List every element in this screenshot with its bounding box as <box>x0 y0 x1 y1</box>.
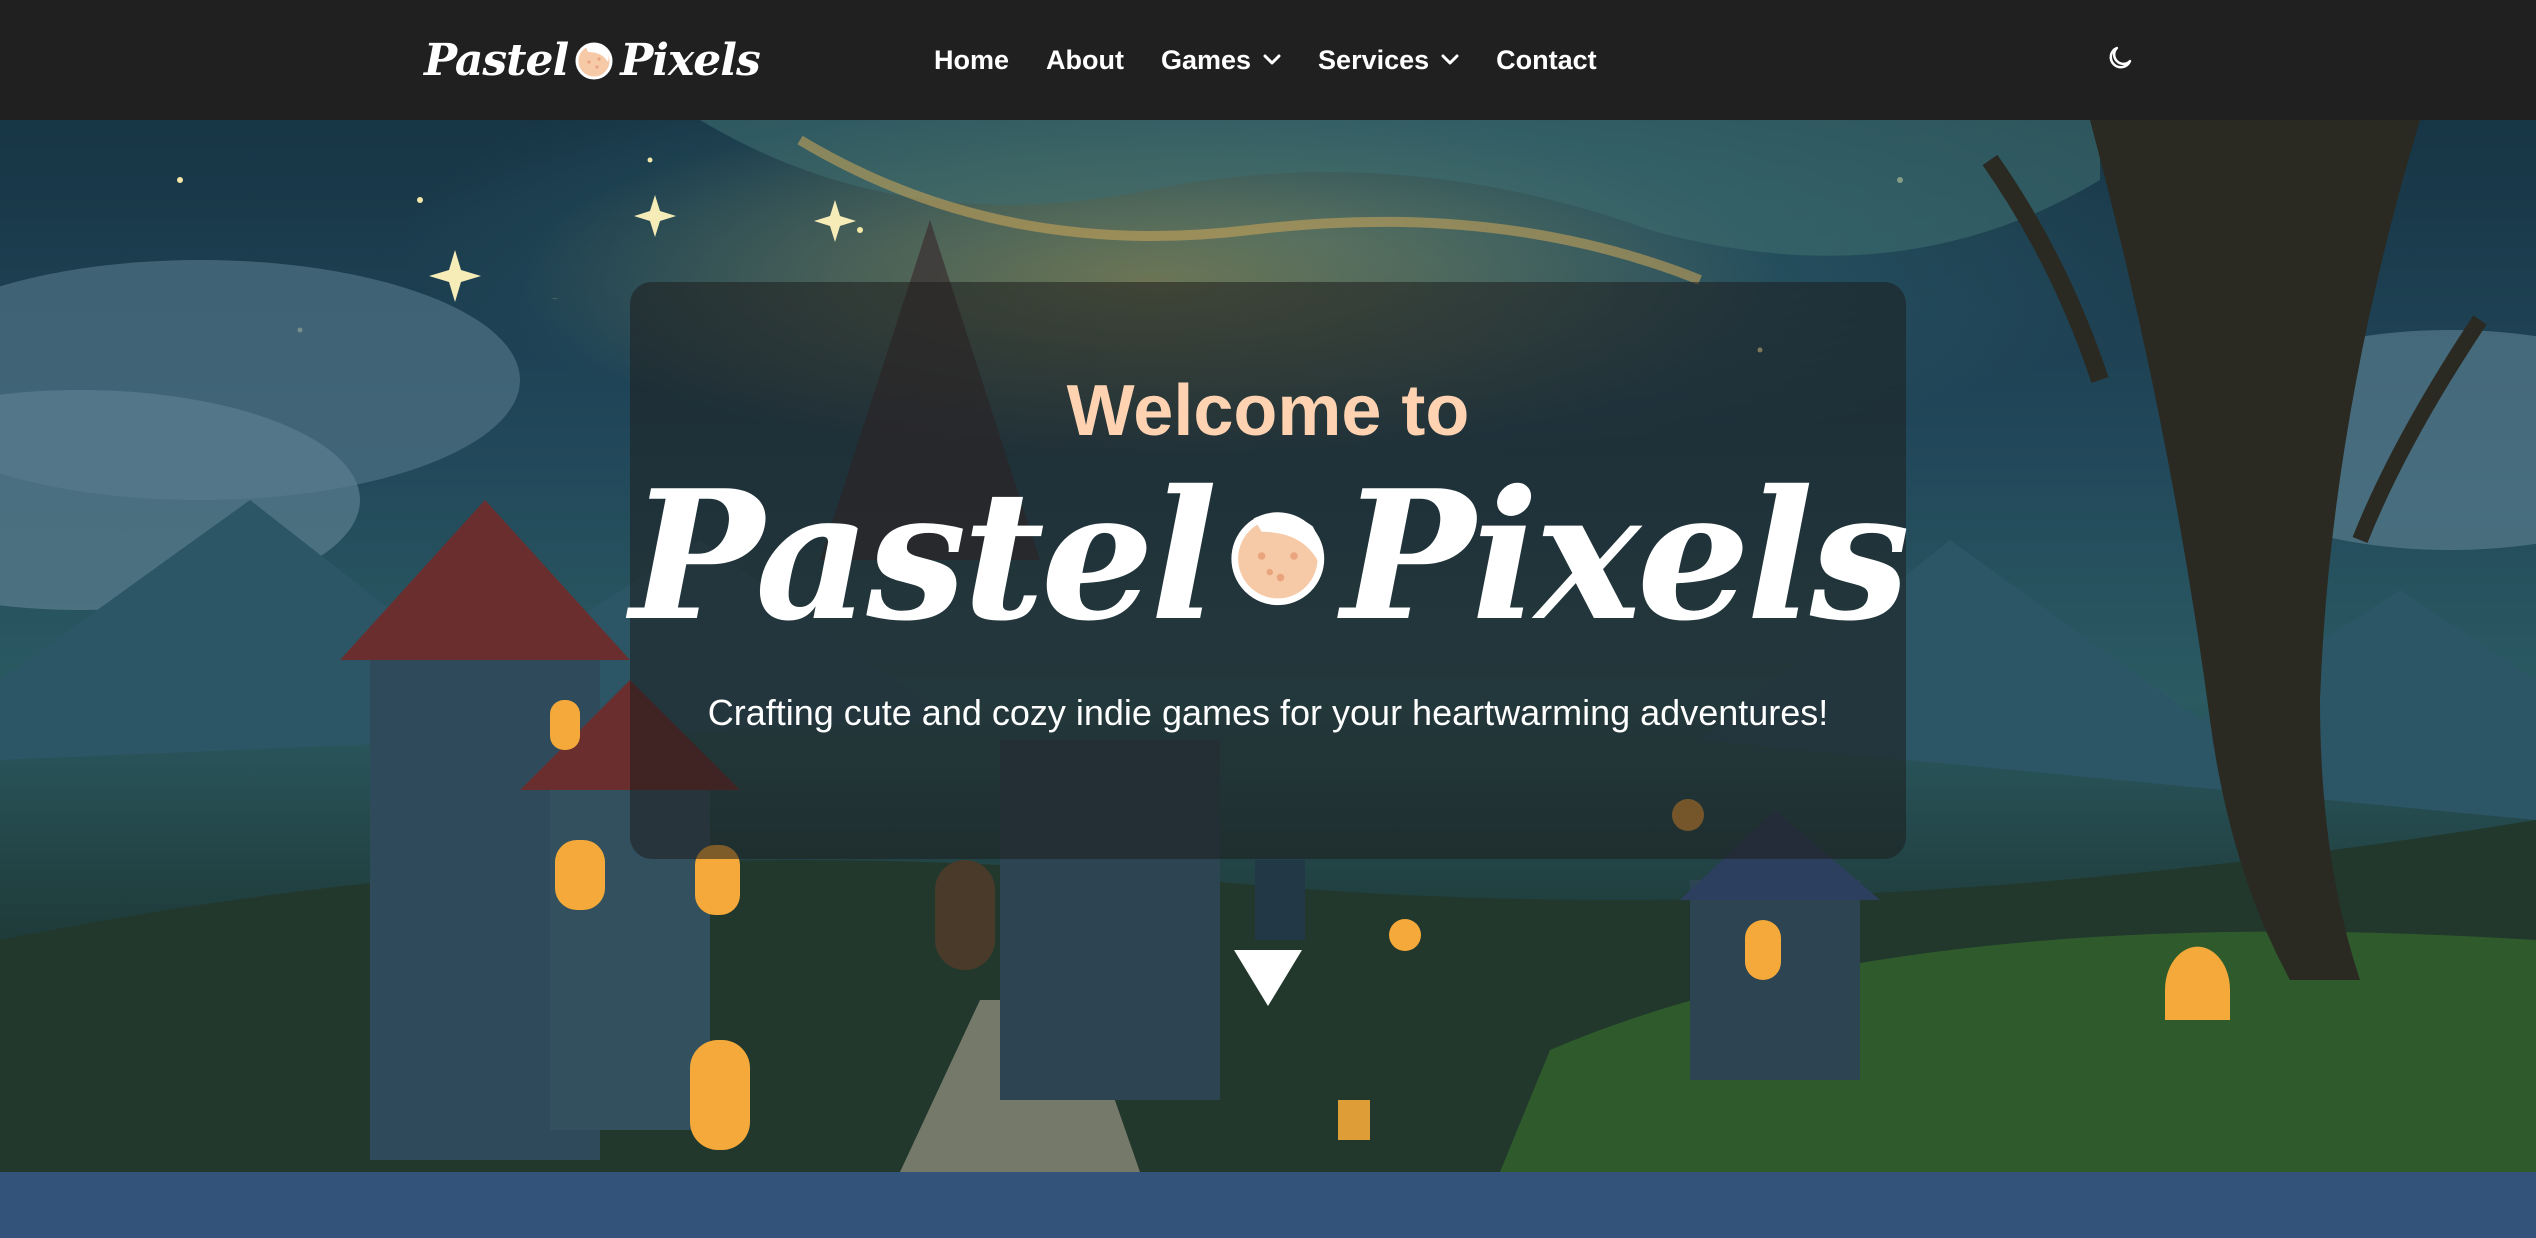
site-header: Pastel Pixels Home About Games Services <box>0 0 2536 120</box>
cookie-icon <box>575 42 613 80</box>
hero-logo-text-pixels: Pixels <box>1341 451 1910 660</box>
nav-home[interactable]: Home <box>934 45 1009 76</box>
nav-games-dropdown[interactable]: Games <box>1161 45 1281 76</box>
hero-welcome-heading: Welcome to <box>1066 371 1470 451</box>
next-section-preview <box>0 1172 2536 1238</box>
chevron-down-icon <box>1263 54 1281 65</box>
logo-text-pastel: Pastel <box>424 34 569 86</box>
cookie-icon <box>1231 512 1324 606</box>
logo-text-pixels: Pixels <box>620 34 761 86</box>
header-logo[interactable]: Pastel Pixels <box>424 26 761 94</box>
hero-welcome-card: Welcome to Pastel Pixels Crafting cute a… <box>630 282 1910 859</box>
nav-services-dropdown[interactable]: Services <box>1318 45 1459 76</box>
chevron-down-icon <box>1441 54 1459 65</box>
nav-services-label: Services <box>1318 44 1430 75</box>
nav-games-label: Games <box>1160 44 1252 75</box>
nav-about[interactable]: About <box>1046 45 1124 76</box>
hero-logo-text-pastel: Pastel <box>630 451 1218 660</box>
main-nav: Home About Games Services Contact <box>934 32 1634 88</box>
hero-section: Welcome to Pastel Pixels Crafting cute a… <box>0 120 2536 1172</box>
moon-icon <box>2109 46 2132 69</box>
hero-tagline: Crafting cute and cozy indie games for y… <box>707 692 1829 733</box>
nav-about-label: About <box>1046 44 1124 75</box>
nav-home-label: Home <box>934 44 1010 75</box>
nav-contact[interactable]: Contact <box>1496 45 1597 76</box>
theme-toggle-button[interactable] <box>2100 38 2140 78</box>
triangle-down-icon[interactable] <box>1232 948 1304 1008</box>
nav-contact-label: Contact <box>1496 44 1597 75</box>
hero-logo: Pastel Pixels <box>630 451 1910 660</box>
